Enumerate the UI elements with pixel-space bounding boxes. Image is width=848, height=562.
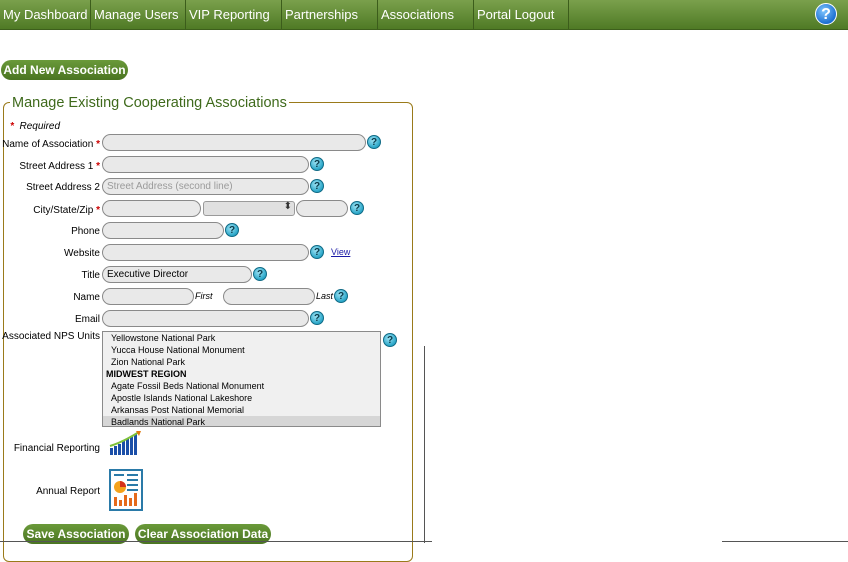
phone-input[interactable] xyxy=(102,222,224,239)
nav-partnerships[interactable]: Partnerships xyxy=(282,0,378,29)
first-name-hint: First xyxy=(195,291,213,301)
email-input[interactable] xyxy=(102,310,309,327)
help-question-icon[interactable]: ? xyxy=(310,311,324,325)
list-item[interactable]: Agate Fossil Beds National Monument xyxy=(103,380,380,392)
help-question-icon[interactable]: ? xyxy=(310,179,324,193)
label-phone: Phone xyxy=(71,226,100,237)
help-question-icon[interactable]: ? xyxy=(367,135,381,149)
street-address-1-input[interactable] xyxy=(102,156,309,173)
nav-associations[interactable]: Associations xyxy=(378,0,474,29)
help-question-icon[interactable]: ? xyxy=(383,333,397,347)
nav-my-dashboard[interactable]: My Dashboard xyxy=(0,0,91,29)
label-email: Email xyxy=(74,314,100,325)
label-name: Name xyxy=(73,292,100,303)
label-associated-nps-units: Associated NPS Units xyxy=(2,331,100,342)
divider xyxy=(0,541,432,542)
last-name-hint: Last xyxy=(316,291,334,301)
list-item[interactable]: Yellowstone National Park xyxy=(103,332,380,344)
required-note: * Required xyxy=(10,121,61,132)
nav-portal-logout[interactable]: Portal Logout xyxy=(474,0,569,29)
help-question-icon[interactable]: ? xyxy=(225,223,239,237)
top-nav-bar: My Dashboard Manage Users VIP Reporting … xyxy=(0,0,848,30)
website-input[interactable] xyxy=(102,244,309,261)
nps-units-listbox[interactable]: Yellowstone National Park Yucca House Na… xyxy=(102,331,381,427)
label-annual-report: Annual Report xyxy=(36,486,100,497)
label-street-address-1: Street Address 1 * xyxy=(19,161,100,172)
report-document-icon[interactable] xyxy=(109,469,143,511)
help-question-icon[interactable]: ? xyxy=(350,201,364,215)
help-question-icon[interactable]: ? xyxy=(334,289,348,303)
nav-manage-users[interactable]: Manage Users xyxy=(91,0,186,29)
label-city-state-zip: City/State/Zip * xyxy=(33,205,100,216)
list-item[interactable]: Arkansas Post National Memorial xyxy=(103,404,380,416)
last-name-input[interactable] xyxy=(223,288,315,305)
label-title: Title xyxy=(81,270,100,281)
state-select[interactable] xyxy=(203,201,295,216)
label-name-of-association: Name of Association * xyxy=(2,139,100,150)
label-website: Website xyxy=(64,248,100,259)
list-item-selected[interactable]: Badlands National Park xyxy=(103,416,380,426)
help-question-icon[interactable]: ? xyxy=(310,157,324,171)
first-name-input[interactable] xyxy=(102,288,194,305)
list-item[interactable]: Apostle Islands National Lakeshore xyxy=(103,392,380,404)
label-financial-reporting: Financial Reporting xyxy=(13,443,100,454)
list-item[interactable]: Yucca House National Monument xyxy=(103,344,380,356)
view-website-link[interactable]: View xyxy=(331,247,350,257)
help-question-icon[interactable]: ? xyxy=(253,267,267,281)
add-new-association-button[interactable]: Add New Association xyxy=(1,60,128,80)
help-question-icon[interactable]: ? xyxy=(310,245,324,259)
list-group-header: MIDWEST REGION xyxy=(106,369,187,379)
help-icon[interactable]: ? xyxy=(815,3,837,25)
street-address-2-input[interactable]: Street Address (second line) xyxy=(102,178,309,195)
list-item[interactable]: Zion National Park xyxy=(103,356,380,368)
name-of-association-input[interactable] xyxy=(102,134,366,151)
section-title: Manage Existing Cooperating Associations xyxy=(10,95,289,111)
title-input[interactable]: Executive Director xyxy=(102,266,252,283)
bar-chart-icon[interactable] xyxy=(109,430,143,456)
city-input[interactable] xyxy=(102,200,201,217)
nav-vip-reporting[interactable]: VIP Reporting xyxy=(186,0,282,29)
divider xyxy=(722,541,848,542)
zip-input[interactable] xyxy=(296,200,348,217)
label-street-address-2: Street Address 2 xyxy=(26,182,100,193)
divider xyxy=(424,346,425,543)
